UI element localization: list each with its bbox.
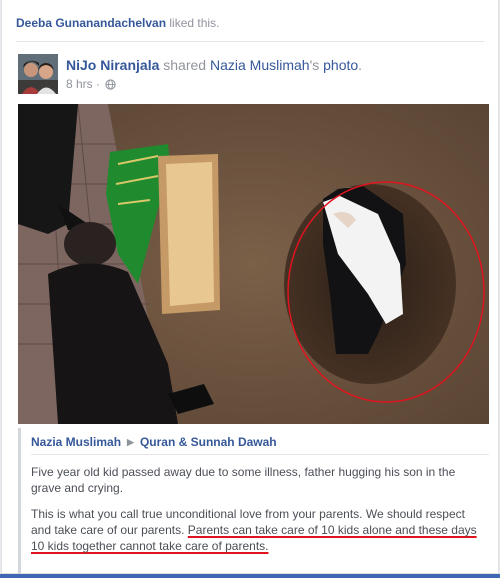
source-link[interactable]: Nazia Muslimah — [210, 57, 310, 73]
target-page-link[interactable]: Quran & Sunnah Dawah — [140, 435, 277, 449]
activity-user-link[interactable]: Deeba Gunanandachelvan — [16, 16, 166, 30]
source-suffix: 's — [309, 57, 324, 73]
post-text-paragraph: This is what you call true unconditional… — [31, 506, 486, 554]
header-end: . — [358, 57, 363, 73]
photo-link[interactable]: photo — [323, 57, 358, 73]
timestamp-link[interactable]: 8 hrs — [66, 77, 93, 91]
divider — [16, 41, 484, 42]
page-link[interactable]: Nazia Muslimah — [31, 435, 121, 449]
shared-content: Nazia Muslimah ▶ Quran & Sunnah Dawah Five… — [18, 428, 489, 574]
post-photo[interactable] — [18, 104, 489, 424]
attribution-divider — [31, 454, 489, 455]
post-card: Deeba Gunanandachelvan liked this. NiJo … — [1, 0, 499, 574]
avatar[interactable] — [18, 54, 58, 94]
globe-icon[interactable] — [105, 79, 116, 93]
brand-bar — [0, 574, 500, 578]
meta-separator: · — [92, 77, 104, 91]
post-text-paragraph: Five year old kid passed away due to som… — [31, 465, 456, 495]
actor-link[interactable]: NiJo Niranjala — [66, 57, 159, 73]
triangle-right-icon: ▶ — [127, 437, 134, 447]
activity-line: Deeba Gunanandachelvan liked this. — [16, 16, 219, 30]
activity-action-text: liked this. — [166, 16, 220, 30]
post-verb: shared — [159, 57, 210, 73]
post-header: NiJo Niranjala shared Nazia Muslimah's p… — [66, 57, 362, 73]
post-meta: 8 hrs · — [66, 77, 116, 93]
attribution-line: Nazia Muslimah ▶ Quran & Sunnah Dawah — [31, 435, 277, 449]
